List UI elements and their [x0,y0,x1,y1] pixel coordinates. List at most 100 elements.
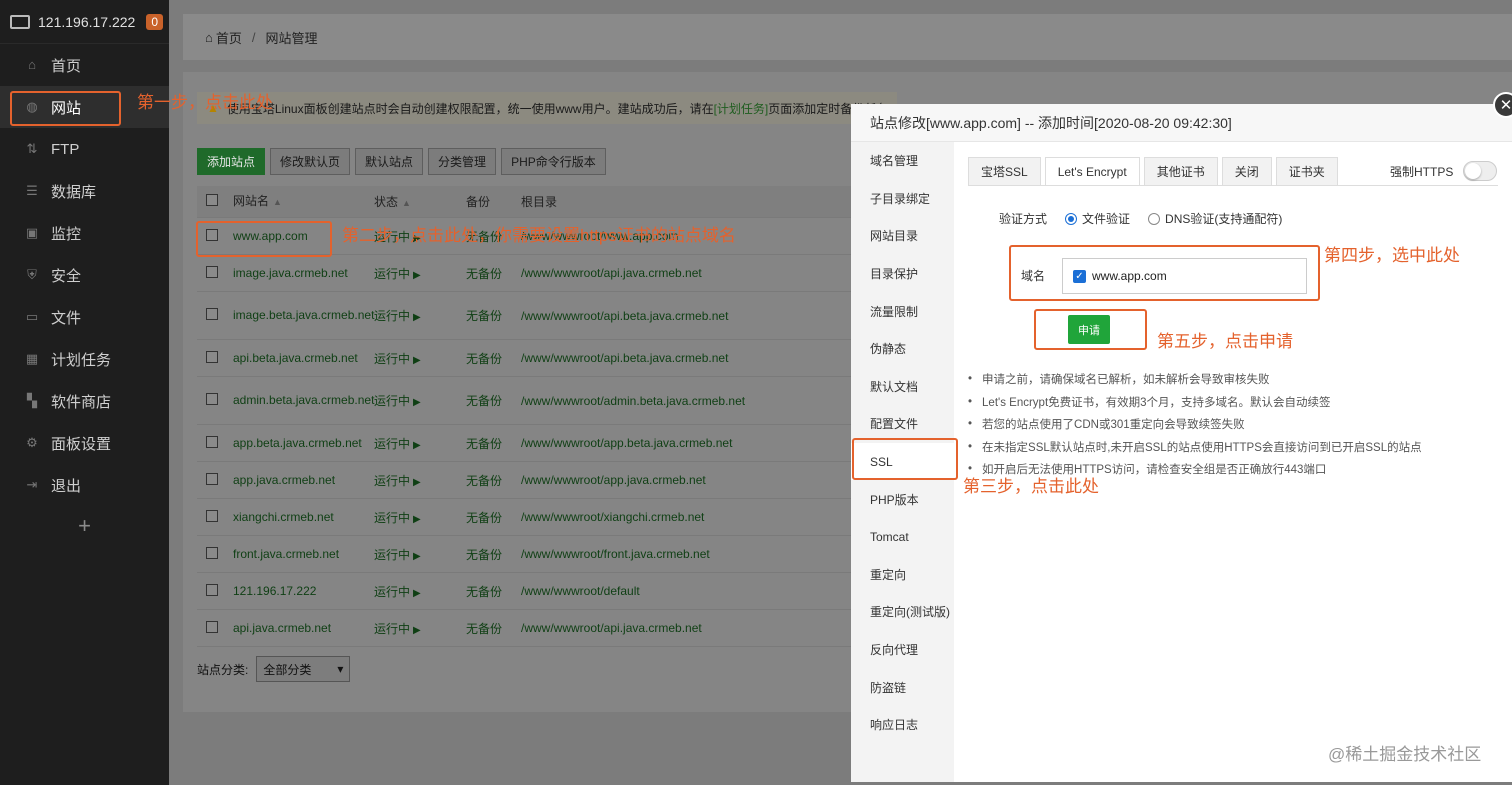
backup-cell[interactable]: 无备份 [460,546,515,563]
close-icon[interactable]: ✕ [1493,92,1512,118]
root-path-link[interactable]: /www/wwwroot/api.java.crmeb.net [515,266,855,280]
status-cell[interactable]: 运行中 ▶ [368,435,460,452]
modal-nav-item[interactable]: 防盗链 [851,668,954,706]
modal-nav-item[interactable]: PHP版本 [851,480,954,518]
sidebar-item-4[interactable]: ▣ 监控 [0,212,169,254]
status-cell[interactable]: 运行中 ▶ [368,546,460,563]
backup-cell[interactable]: 无备份 [460,583,515,600]
site-name-link[interactable]: api.java.crmeb.net [227,621,368,636]
force-https-toggle[interactable] [1463,161,1498,181]
modal-nav-item[interactable]: 伪静态 [851,330,954,368]
modal-nav-item[interactable]: 目录保护 [851,255,954,293]
status-cell[interactable]: 运行中 ▶ [368,583,460,600]
site-name-link[interactable]: image.java.crmeb.net [227,266,368,281]
row-checkbox[interactable] [206,265,218,278]
status-cell[interactable]: 运行中 ▶ [368,472,460,489]
table-row: image.java.crmeb.net 运行中 ▶ 无备份 /www/wwwro… [197,255,867,292]
sidebar-item-2[interactable]: ⇅ FTP [0,128,169,170]
modal-nav-item[interactable]: 重定向 [851,556,954,594]
root-path-link[interactable]: /www/wwwroot/app.beta.java.crmeb.net [515,436,855,450]
php-cli-button[interactable]: PHP命令行版本 [501,148,606,175]
modal-nav-item[interactable]: 默认文档 [851,368,954,406]
category-manage-button[interactable]: 分类管理 [428,148,497,175]
notification-badge[interactable]: 0 [146,13,163,30]
status-cell[interactable]: 运行中 ▶ [368,265,460,282]
modal-nav-item[interactable]: 反向代理 [851,631,954,669]
backup-cell[interactable]: 无备份 [460,435,515,452]
site-name-link[interactable]: xiangchi.crmeb.net [227,510,368,525]
default-site-button[interactable]: 默认站点 [355,148,424,175]
root-path-link[interactable]: /www/wwwroot/api.java.crmeb.net [515,621,855,635]
modal-nav-item[interactable]: 响应日志 [851,706,954,744]
modal-nav-item[interactable]: 域名管理 [851,142,954,180]
modal-nav-item[interactable]: 流量限制 [851,292,954,330]
dns-verify-radio[interactable] [1148,212,1161,225]
status-cell[interactable]: 运行中 ▶ [368,350,460,367]
backup-cell[interactable]: 无备份 [460,620,515,637]
ssl-tab[interactable]: Let's Encrypt [1044,157,1140,186]
edit-default-page-button[interactable]: 修改默认页 [270,148,351,175]
sidebar-item-6[interactable]: ▭ 文件 [0,296,169,338]
site-name-link[interactable]: api.beta.java.crmeb.net [227,351,368,366]
site-name-link[interactable]: app.beta.java.crmeb.net [227,436,368,451]
site-name-link[interactable]: admin.beta.java.crmeb.net [227,393,374,408]
root-path-link[interactable]: /www/wwwroot/front.java.crmeb.net [515,547,855,561]
ssl-tab[interactable]: 其他证书 [1143,157,1218,186]
header-status[interactable]: 状态 ▲ [368,193,460,210]
row-checkbox[interactable] [206,546,218,559]
site-name-link[interactable]: front.java.crmeb.net [227,547,368,562]
modal-nav-item[interactable]: 网站目录 [851,217,954,255]
site-name-link[interactable]: 121.196.17.222 [227,584,368,599]
root-path-link[interactable]: /www/wwwroot/api.beta.java.crmeb.net [515,351,855,365]
sidebar-item-10[interactable]: ⇥ 退出 [0,464,169,506]
site-name-link[interactable]: image.beta.java.crmeb.net [227,308,374,323]
site-name-link[interactable]: app.java.crmeb.net [227,473,368,488]
root-path-link[interactable]: /www/wwwroot/app.java.crmeb.net [515,473,855,487]
ssl-tab[interactable]: 宝塔SSL [968,157,1041,186]
sidebar-item-8[interactable]: ▚ 软件商店 [0,380,169,422]
modal-nav-item[interactable]: Tomcat [851,518,954,556]
row-checkbox[interactable] [206,509,218,522]
status-cell[interactable]: 运行中 ▶ [368,307,460,324]
select-all-checkbox[interactable] [206,194,218,206]
header-backup: 备份 [466,195,491,209]
file-verify-radio[interactable] [1065,212,1078,225]
root-path-link[interactable]: /www/wwwroot/xiangchi.crmeb.net [515,510,855,524]
row-checkbox[interactable] [206,472,218,485]
modal-nav-item[interactable]: 子目录绑定 [851,180,954,218]
backup-cell[interactable]: 无备份 [460,392,515,409]
status-cell[interactable]: 运行中 ▶ [368,392,460,409]
cron-link[interactable]: [计划任务] [714,100,769,117]
status-cell[interactable]: 运行中 ▶ [368,509,460,526]
backup-cell[interactable]: 无备份 [460,472,515,489]
backup-cell[interactable]: 无备份 [460,307,515,324]
backup-cell[interactable]: 无备份 [460,350,515,367]
add-site-button[interactable]: 添加站点 [197,148,266,175]
row-checkbox[interactable] [206,393,218,405]
dns-verify-label: DNS验证(支持通配符) [1165,212,1283,226]
sidebar-item-0[interactable]: ⌂ 首页 [0,44,169,86]
row-checkbox[interactable] [206,583,218,596]
row-checkbox[interactable] [206,308,218,320]
add-menu-button[interactable]: + [0,506,169,546]
row-checkbox[interactable] [206,620,218,633]
sidebar-item-5[interactable]: ⛨ 安全 [0,254,169,296]
ssl-tab[interactable]: 证书夹 [1275,157,1338,186]
root-path-link[interactable]: /www/wwwroot/admin.beta.java.crmeb.net [515,394,855,408]
modal-nav-item[interactable]: 重定向(测试版) [851,593,954,631]
row-checkbox[interactable] [206,435,218,448]
backup-cell[interactable]: 无备份 [460,509,515,526]
sidebar-item-7[interactable]: ▦ 计划任务 [0,338,169,380]
force-https: 强制HTTPS [1390,161,1498,181]
backup-cell[interactable]: 无备份 [460,265,515,282]
sidebar-item-3[interactable]: ☰ 数据库 [0,170,169,212]
sidebar-item-9[interactable]: ⚙ 面板设置 [0,422,169,464]
status-cell[interactable]: 运行中 ▶ [368,620,460,637]
header-name[interactable]: 网站名 ▲ [227,194,368,210]
row-checkbox[interactable] [206,350,218,363]
breadcrumb-home[interactable]: 首页 [216,28,242,47]
root-path-link[interactable]: /www/wwwroot/default [515,584,855,598]
ssl-tab[interactable]: 关闭 [1221,157,1272,186]
category-select[interactable]: 全部分类 ▾ [256,656,351,682]
root-path-link[interactable]: /www/wwwroot/api.beta.java.crmeb.net [515,309,855,323]
